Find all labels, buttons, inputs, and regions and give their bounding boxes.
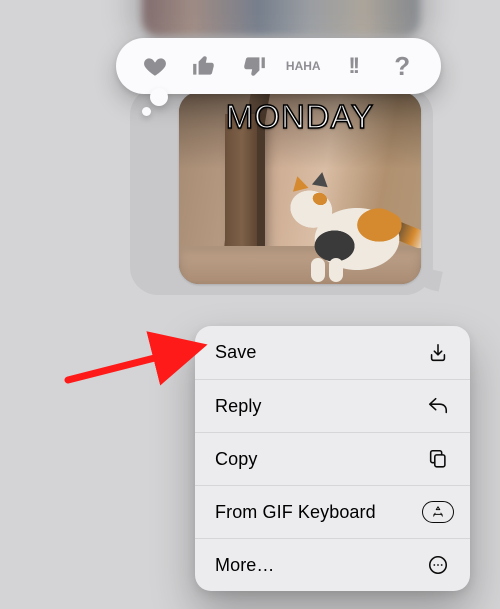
tapback-tail-small xyxy=(142,107,151,116)
tapback-emphasize[interactable]: !! xyxy=(336,49,370,83)
menu-item-reply[interactable]: Reply xyxy=(195,379,470,432)
heart-icon xyxy=(142,53,168,79)
menu-item-label: Save xyxy=(215,342,256,363)
tapback-bar: HA HA !! ? xyxy=(116,38,441,94)
emphasize-icon: !! xyxy=(348,53,357,79)
appstore-badge-icon xyxy=(426,500,450,524)
tapback-tail-large xyxy=(150,88,168,106)
tapback-thumbs-up[interactable] xyxy=(187,49,221,83)
tapback-thumbs-down[interactable] xyxy=(237,49,271,83)
menu-item-copy[interactable]: Copy xyxy=(195,432,470,485)
thumbs-down-icon xyxy=(241,53,267,79)
menu-item-label: From GIF Keyboard xyxy=(215,502,376,523)
tapback-heart[interactable] xyxy=(138,49,172,83)
more-icon xyxy=(426,553,450,577)
download-icon xyxy=(426,341,450,365)
menu-item-label: Reply xyxy=(215,396,262,417)
menu-item-label: Copy xyxy=(215,449,257,470)
copy-icon xyxy=(426,447,450,471)
menu-item-more[interactable]: More… xyxy=(195,538,470,591)
gif-cat xyxy=(287,170,417,280)
menu-item-from-gif-keyboard[interactable]: From GIF Keyboard xyxy=(195,485,470,538)
menu-item-save[interactable]: Save xyxy=(195,326,470,379)
haha-icon-top: HA xyxy=(286,61,303,71)
thumbs-up-icon xyxy=(191,53,217,79)
gif-attachment[interactable]: MONDAY xyxy=(179,92,421,284)
tapback-haha[interactable]: HA HA xyxy=(286,49,320,83)
context-menu: Save Reply Copy From GIF Keyboard More… xyxy=(195,326,470,591)
reply-icon xyxy=(426,394,450,418)
tapback-question[interactable]: ? xyxy=(385,49,419,83)
annotation-arrow xyxy=(62,298,212,398)
question-icon: ? xyxy=(394,51,410,82)
prior-attachment-blurred xyxy=(142,0,420,36)
menu-item-label: More… xyxy=(215,555,275,576)
haha-icon-bottom: HA xyxy=(303,61,320,71)
gif-caption-text: MONDAY xyxy=(179,98,421,136)
